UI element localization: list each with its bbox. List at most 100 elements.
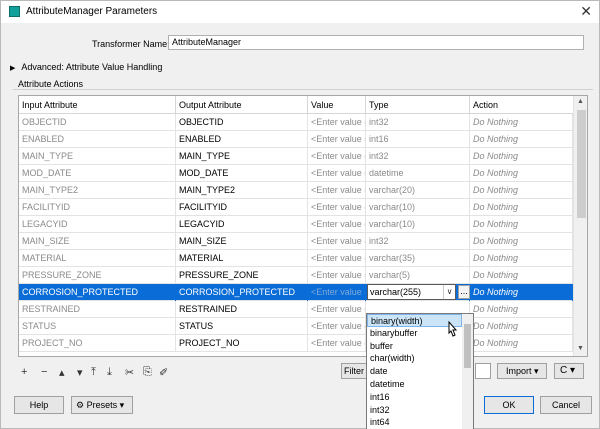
table-row[interactable]: MAIN_TYPE2MAIN_TYPE2<Enter value (ovarch… xyxy=(19,182,573,199)
table-row[interactable]: PRESSURE_ZONEPRESSURE_ZONE<Enter value (… xyxy=(19,267,573,284)
dropdown-option[interactable]: date xyxy=(367,365,462,378)
dropdown-option[interactable]: int64 xyxy=(367,416,462,429)
type-cell[interactable]: datetime xyxy=(366,165,470,182)
type-cell[interactable]: int32 xyxy=(366,148,470,165)
refresh-button[interactable]: C ▾ xyxy=(554,363,584,379)
move-bottom-icon[interactable]: ⤓ xyxy=(107,366,112,379)
output-attribute-cell[interactable]: MOD_DATE xyxy=(176,165,308,182)
copy-icon[interactable]: ⎘ xyxy=(143,366,152,379)
transformer-name-input[interactable]: AttributeManager xyxy=(168,35,584,50)
output-attribute-cell[interactable]: PROJECT_NO xyxy=(176,335,308,352)
move-up-icon[interactable]: ▴ xyxy=(59,366,65,379)
action-cell[interactable]: Do Nothing xyxy=(470,233,573,250)
output-attribute-cell[interactable]: RESTRAINED xyxy=(176,301,308,318)
dropdown-scrollbar[interactable] xyxy=(462,314,473,429)
type-cell[interactable]: int16 xyxy=(366,131,470,148)
type-cell[interactable]: varchar(5) xyxy=(366,267,470,284)
remove-icon[interactable]: − xyxy=(41,366,47,378)
table-row[interactable]: MAIN_SIZEMAIN_SIZE<Enter value (oint32Do… xyxy=(19,233,573,250)
table-row[interactable]: RESTRAINEDRESTRAINED<Enter value (oDo No… xyxy=(19,301,573,318)
output-attribute-cell[interactable]: LEGACYID xyxy=(176,216,308,233)
type-cell[interactable]: varchar(10) xyxy=(366,199,470,216)
output-attribute-cell[interactable]: ENABLED xyxy=(176,131,308,148)
action-cell[interactable]: Do Nothing xyxy=(470,114,573,131)
value-cell[interactable]: <Enter value (o xyxy=(308,216,366,233)
table-scrollbar[interactable]: ▲ ▼ xyxy=(573,96,587,356)
action-cell[interactable]: Do Nothing xyxy=(470,267,573,284)
filter-button[interactable]: Filter xyxy=(341,363,367,379)
value-cell[interactable]: <Enter value (o xyxy=(308,148,366,165)
advanced-section-toggle[interactable]: ▶ Advanced: Attribute Value Handling xyxy=(10,62,162,72)
close-icon[interactable]: ✕ xyxy=(580,3,592,20)
chevron-down-icon[interactable]: ∨ xyxy=(443,285,455,299)
value-cell[interactable]: <Enter value (o xyxy=(308,335,366,352)
header-output-attribute[interactable]: Output Attribute xyxy=(176,96,308,114)
output-attribute-cell[interactable]: PRESSURE_ZONE xyxy=(176,267,308,284)
table-row[interactable]: CORROSION_PROTECTED CORROSION_PROTECTED <E… xyxy=(19,284,573,301)
dropdown-option[interactable]: datetime xyxy=(367,378,462,391)
output-attribute-cell[interactable]: STATUS xyxy=(176,318,308,335)
action-cell[interactable]: Do Nothing xyxy=(470,199,573,216)
output-attribute-cell[interactable]: OBJECTID xyxy=(176,114,308,131)
output-attribute-cell[interactable]: CORROSION_PROTECTED xyxy=(176,284,308,301)
value-cell[interactable]: <Enter value (o xyxy=(308,250,366,267)
output-attribute-cell[interactable]: MAIN_TYPE xyxy=(176,148,308,165)
filter-input[interactable] xyxy=(475,363,491,379)
type-cell[interactable]: int32 xyxy=(366,233,470,250)
dropdown-option[interactable]: int32 xyxy=(367,404,462,417)
header-input-attribute[interactable]: Input Attribute xyxy=(19,96,176,114)
action-cell[interactable]: Do Nothing xyxy=(470,335,573,352)
value-cell[interactable]: <Enter value (o xyxy=(308,233,366,250)
scroll-up-icon[interactable]: ▲ xyxy=(577,98,584,105)
action-cell[interactable]: Do Nothing xyxy=(470,318,573,335)
value-cell[interactable]: <Enter value (o xyxy=(308,182,366,199)
table-row[interactable]: MAIN_TYPEMAIN_TYPE<Enter value (oint32Do… xyxy=(19,148,573,165)
output-attribute-cell[interactable]: MAIN_SIZE xyxy=(176,233,308,250)
scroll-thumb[interactable] xyxy=(577,110,586,218)
table-row[interactable]: STATUSSTATUS<Enter value (oDo Nothing xyxy=(19,318,573,335)
table-row[interactable]: ENABLEDENABLED<Enter value (oint16Do Not… xyxy=(19,131,573,148)
dropdown-option[interactable]: buffer xyxy=(367,340,462,353)
header-value[interactable]: Value xyxy=(308,96,366,114)
ok-button[interactable]: OK xyxy=(484,396,534,414)
value-cell[interactable]: <Enter value (o xyxy=(308,199,366,216)
table-row[interactable]: MOD_DATEMOD_DATE<Enter value (odatetimeD… xyxy=(19,165,573,182)
output-attribute-cell[interactable]: MATERIAL xyxy=(176,250,308,267)
action-cell[interactable]: Do Nothing xyxy=(470,165,573,182)
action-cell[interactable]: Do Nothing xyxy=(470,250,573,267)
dropdown-option[interactable]: char(width) xyxy=(367,352,462,365)
header-action[interactable]: Action xyxy=(470,96,573,114)
dropdown-option[interactable]: int16 xyxy=(367,391,462,404)
table-row[interactable]: OBJECTIDOBJECTID<Enter value (oint32Do N… xyxy=(19,114,573,131)
paste-icon[interactable]: ✐ xyxy=(159,366,168,379)
value-cell[interactable]: <Enter value (o xyxy=(308,114,366,131)
type-combo-box[interactable]: varchar(255) ∨ xyxy=(367,284,456,300)
type-cell[interactable]: varchar(20) xyxy=(366,182,470,199)
action-cell[interactable]: Do Nothing xyxy=(470,216,573,233)
table-row[interactable]: PROJECT_NOPROJECT_NO<Enter value (oDo No… xyxy=(19,335,573,352)
output-attribute-cell[interactable]: MAIN_TYPE2 xyxy=(176,182,308,199)
value-cell[interactable]: <Enter value (o xyxy=(308,301,366,318)
type-cell[interactable]: varchar(35) xyxy=(366,250,470,267)
value-cell[interactable]: <Enter value (o xyxy=(308,318,366,335)
cancel-button[interactable]: Cancel xyxy=(540,396,592,414)
type-cell[interactable]: varchar(10) xyxy=(366,216,470,233)
type-cell[interactable]: int32 xyxy=(366,114,470,131)
add-icon[interactable]: + xyxy=(21,366,27,378)
action-cell[interactable]: Do Nothing xyxy=(470,284,573,301)
help-button[interactable]: Help xyxy=(14,396,64,414)
action-cell[interactable]: Do Nothing xyxy=(470,131,573,148)
table-row[interactable]: LEGACYIDLEGACYID<Enter value (ovarchar(1… xyxy=(19,216,573,233)
presets-button[interactable]: ⚙ Presets ▾ xyxy=(71,396,133,414)
move-down-icon[interactable]: ▾ xyxy=(77,366,83,379)
cut-icon[interactable]: ✂ xyxy=(125,366,134,379)
scroll-down-icon[interactable]: ▼ xyxy=(577,345,584,352)
header-type[interactable]: Type xyxy=(366,96,470,114)
value-cell[interactable]: <Enter value (o xyxy=(308,284,366,301)
table-row[interactable]: FACILITYIDFACILITYID<Enter value (ovarch… xyxy=(19,199,573,216)
dropdown-scroll-thumb[interactable] xyxy=(464,324,471,368)
value-cell[interactable]: <Enter value (o xyxy=(308,131,366,148)
table-row[interactable]: MATERIALMATERIAL<Enter value (ovarchar(3… xyxy=(19,250,573,267)
action-cell[interactable]: Do Nothing xyxy=(470,301,573,318)
move-top-icon[interactable]: ⤒ xyxy=(91,366,96,379)
